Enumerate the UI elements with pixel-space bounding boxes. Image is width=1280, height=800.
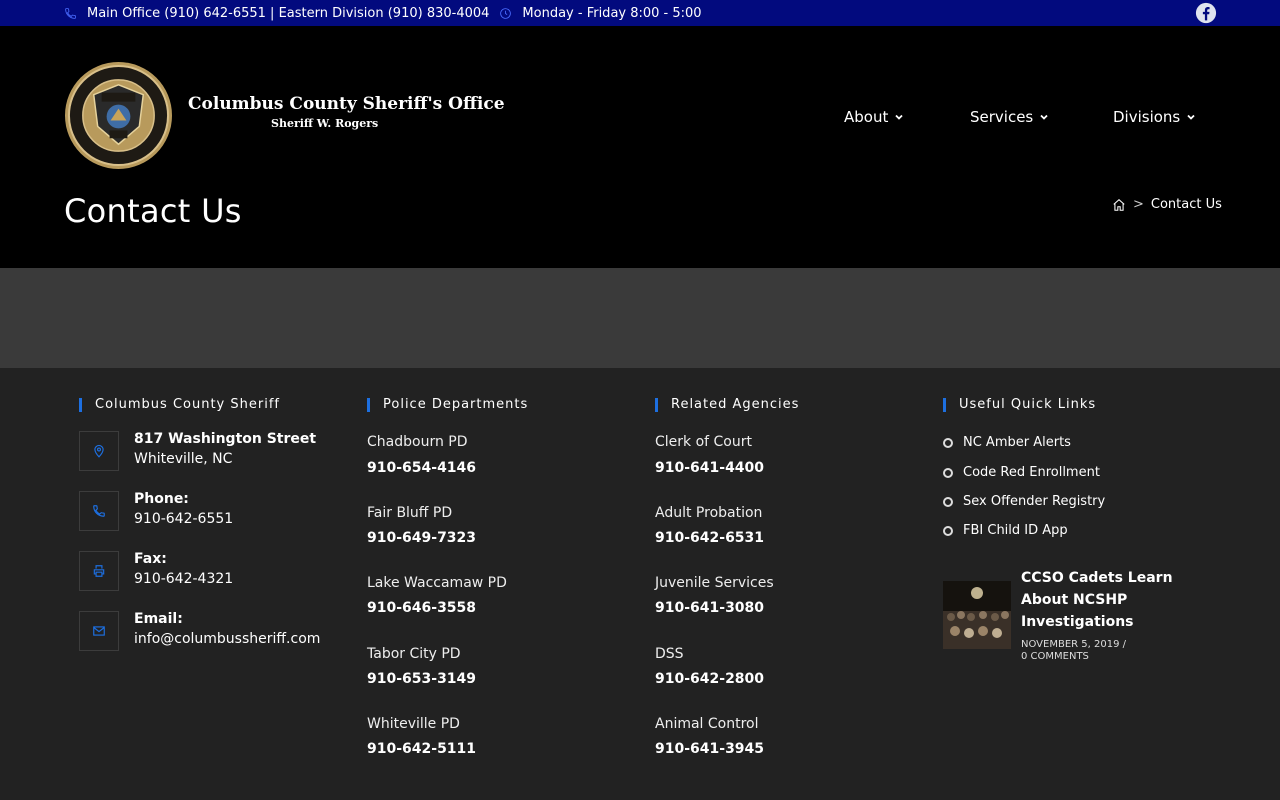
breadcrumb-separator: > — [1133, 197, 1144, 212]
agency-phone[interactable]: 910-641-4400 — [655, 460, 764, 476]
chevron-down-icon — [1187, 114, 1195, 120]
email-label: Email: — [134, 611, 183, 627]
address-line2: Whiteville, NC — [134, 451, 233, 467]
circle-bullet-icon — [943, 496, 953, 507]
post-comments-link[interactable]: 0 COMMENTS — [1021, 651, 1126, 663]
post-title-link[interactable]: CCSO Cadets Learn About NCSHP Investigat… — [1021, 567, 1201, 633]
footer-col-title-quicklinks: Useful Quick Links — [943, 397, 1096, 412]
police-dept-name: Fair Bluff PD — [367, 505, 453, 521]
phone-icon — [93, 505, 105, 517]
circle-bullet-icon — [943, 467, 953, 478]
quicklink-label: Code Red Enrollment — [963, 465, 1100, 480]
circle-bullet-icon — [943, 525, 953, 536]
agency-phone[interactable]: 910-641-3945 — [655, 741, 764, 757]
police-dept-name: Whiteville PD — [367, 716, 460, 732]
quicklink-code-red[interactable]: Code Red Enrollment — [943, 465, 1100, 480]
brand-title[interactable]: Columbus County Sheriff's Office — [188, 94, 505, 114]
envelope-icon — [93, 626, 105, 636]
footer-col-title-sheriff: Columbus County Sheriff — [79, 397, 280, 412]
agency-phone[interactable]: 910-641-3080 — [655, 600, 764, 616]
site-header: Columbus County Sheriff's Office Sheriff… — [0, 26, 1280, 268]
brand-subtitle: Sheriff W. Rogers — [271, 117, 379, 130]
clock-icon — [500, 7, 512, 19]
footer-col-title-police: Police Departments — [367, 397, 528, 412]
police-dept-name: Lake Waccamaw PD — [367, 575, 507, 591]
agency-name: DSS — [655, 646, 684, 662]
breadcrumb: > Contact Us — [1112, 197, 1222, 212]
top-info: Main Office (910) 642-6551 | Eastern Div… — [64, 0, 702, 26]
quicklink-label: Sex Offender Registry — [963, 494, 1106, 509]
page-title: Contact Us — [64, 192, 242, 230]
fax-label: Fax: — [134, 551, 167, 567]
home-icon[interactable] — [1112, 198, 1126, 212]
quicklink-sex-offender-registry[interactable]: Sex Offender Registry — [943, 494, 1105, 509]
post-date: NOVEMBER 5, 2019 / — [1021, 639, 1126, 650]
site-footer: Columbus County Sheriff 817 Washington S… — [0, 368, 1280, 800]
top-hours-text: Monday - Friday 8:00 - 5:00 — [522, 5, 702, 21]
phone-icon-box — [79, 491, 119, 531]
top-hours: Monday - Friday 8:00 - 5:00 — [499, 5, 702, 21]
nav-services-label: Services — [970, 108, 1034, 126]
nav-divisions[interactable]: Divisions — [1113, 108, 1196, 126]
footer-col-title-agencies: Related Agencies — [655, 397, 799, 412]
agency-name: Adult Probation — [655, 505, 763, 521]
agency-phone[interactable]: 910-642-2800 — [655, 671, 764, 687]
nav-about-label: About — [844, 108, 889, 126]
quicklink-amber-alerts[interactable]: NC Amber Alerts — [943, 435, 1071, 450]
agency-name: Juvenile Services — [655, 575, 774, 591]
printer-icon — [93, 565, 105, 577]
police-dept-phone[interactable]: 910-654-4146 — [367, 460, 476, 476]
police-dept-phone[interactable]: 910-649-7323 — [367, 530, 476, 546]
quicklink-label: FBI Child ID App — [963, 523, 1068, 538]
email-link[interactable]: info@columbussheriff.com — [134, 631, 320, 647]
agency-name: Clerk of Court — [655, 434, 752, 450]
content-band — [0, 268, 1280, 368]
police-dept-name: Chadbourn PD — [367, 434, 468, 450]
post-thumbnail-image[interactable] — [943, 581, 1011, 649]
post-meta: NOVEMBER 5, 2019 / 0 COMMENTS — [1021, 639, 1126, 663]
breadcrumb-current: Contact Us — [1150, 197, 1222, 212]
police-dept-phone[interactable]: 910-653-3149 — [367, 671, 476, 687]
police-dept-phone[interactable]: 910-646-3558 — [367, 600, 476, 616]
quicklink-fbi-child-id[interactable]: FBI Child ID App — [943, 523, 1068, 538]
sheriff-seal-logo[interactable] — [64, 61, 173, 170]
facebook-icon[interactable] — [1195, 2, 1217, 24]
email-icon-box — [79, 611, 119, 651]
agency-phone[interactable]: 910-642-6531 — [655, 530, 764, 546]
map-pin-icon — [94, 444, 104, 458]
location-icon-box — [79, 431, 119, 471]
fax-icon-box — [79, 551, 119, 591]
address-line1: 817 Washington Street — [134, 431, 317, 447]
phone-label: Phone: — [134, 491, 189, 507]
police-dept-phone[interactable]: 910-642-5111 — [367, 741, 476, 757]
fax-value: 910-642-4321 — [134, 571, 234, 587]
agency-name: Animal Control — [655, 716, 759, 732]
chevron-down-icon — [1040, 114, 1048, 120]
quicklink-label: NC Amber Alerts — [963, 435, 1071, 450]
nav-about[interactable]: About — [844, 108, 904, 126]
top-info-bar: Main Office (910) 642-6551 | Eastern Div… — [0, 0, 1280, 26]
nav-divisions-label: Divisions — [1113, 108, 1181, 126]
top-phones-text: Main Office (910) 642-6551 | Eastern Div… — [87, 5, 490, 21]
phone-icon — [65, 7, 76, 19]
police-dept-name: Tabor City PD — [367, 646, 461, 662]
circle-bullet-icon — [943, 437, 953, 448]
phone-value[interactable]: 910-642-6551 — [134, 511, 233, 527]
chevron-down-icon — [895, 114, 903, 120]
nav-services[interactable]: Services — [970, 108, 1049, 126]
